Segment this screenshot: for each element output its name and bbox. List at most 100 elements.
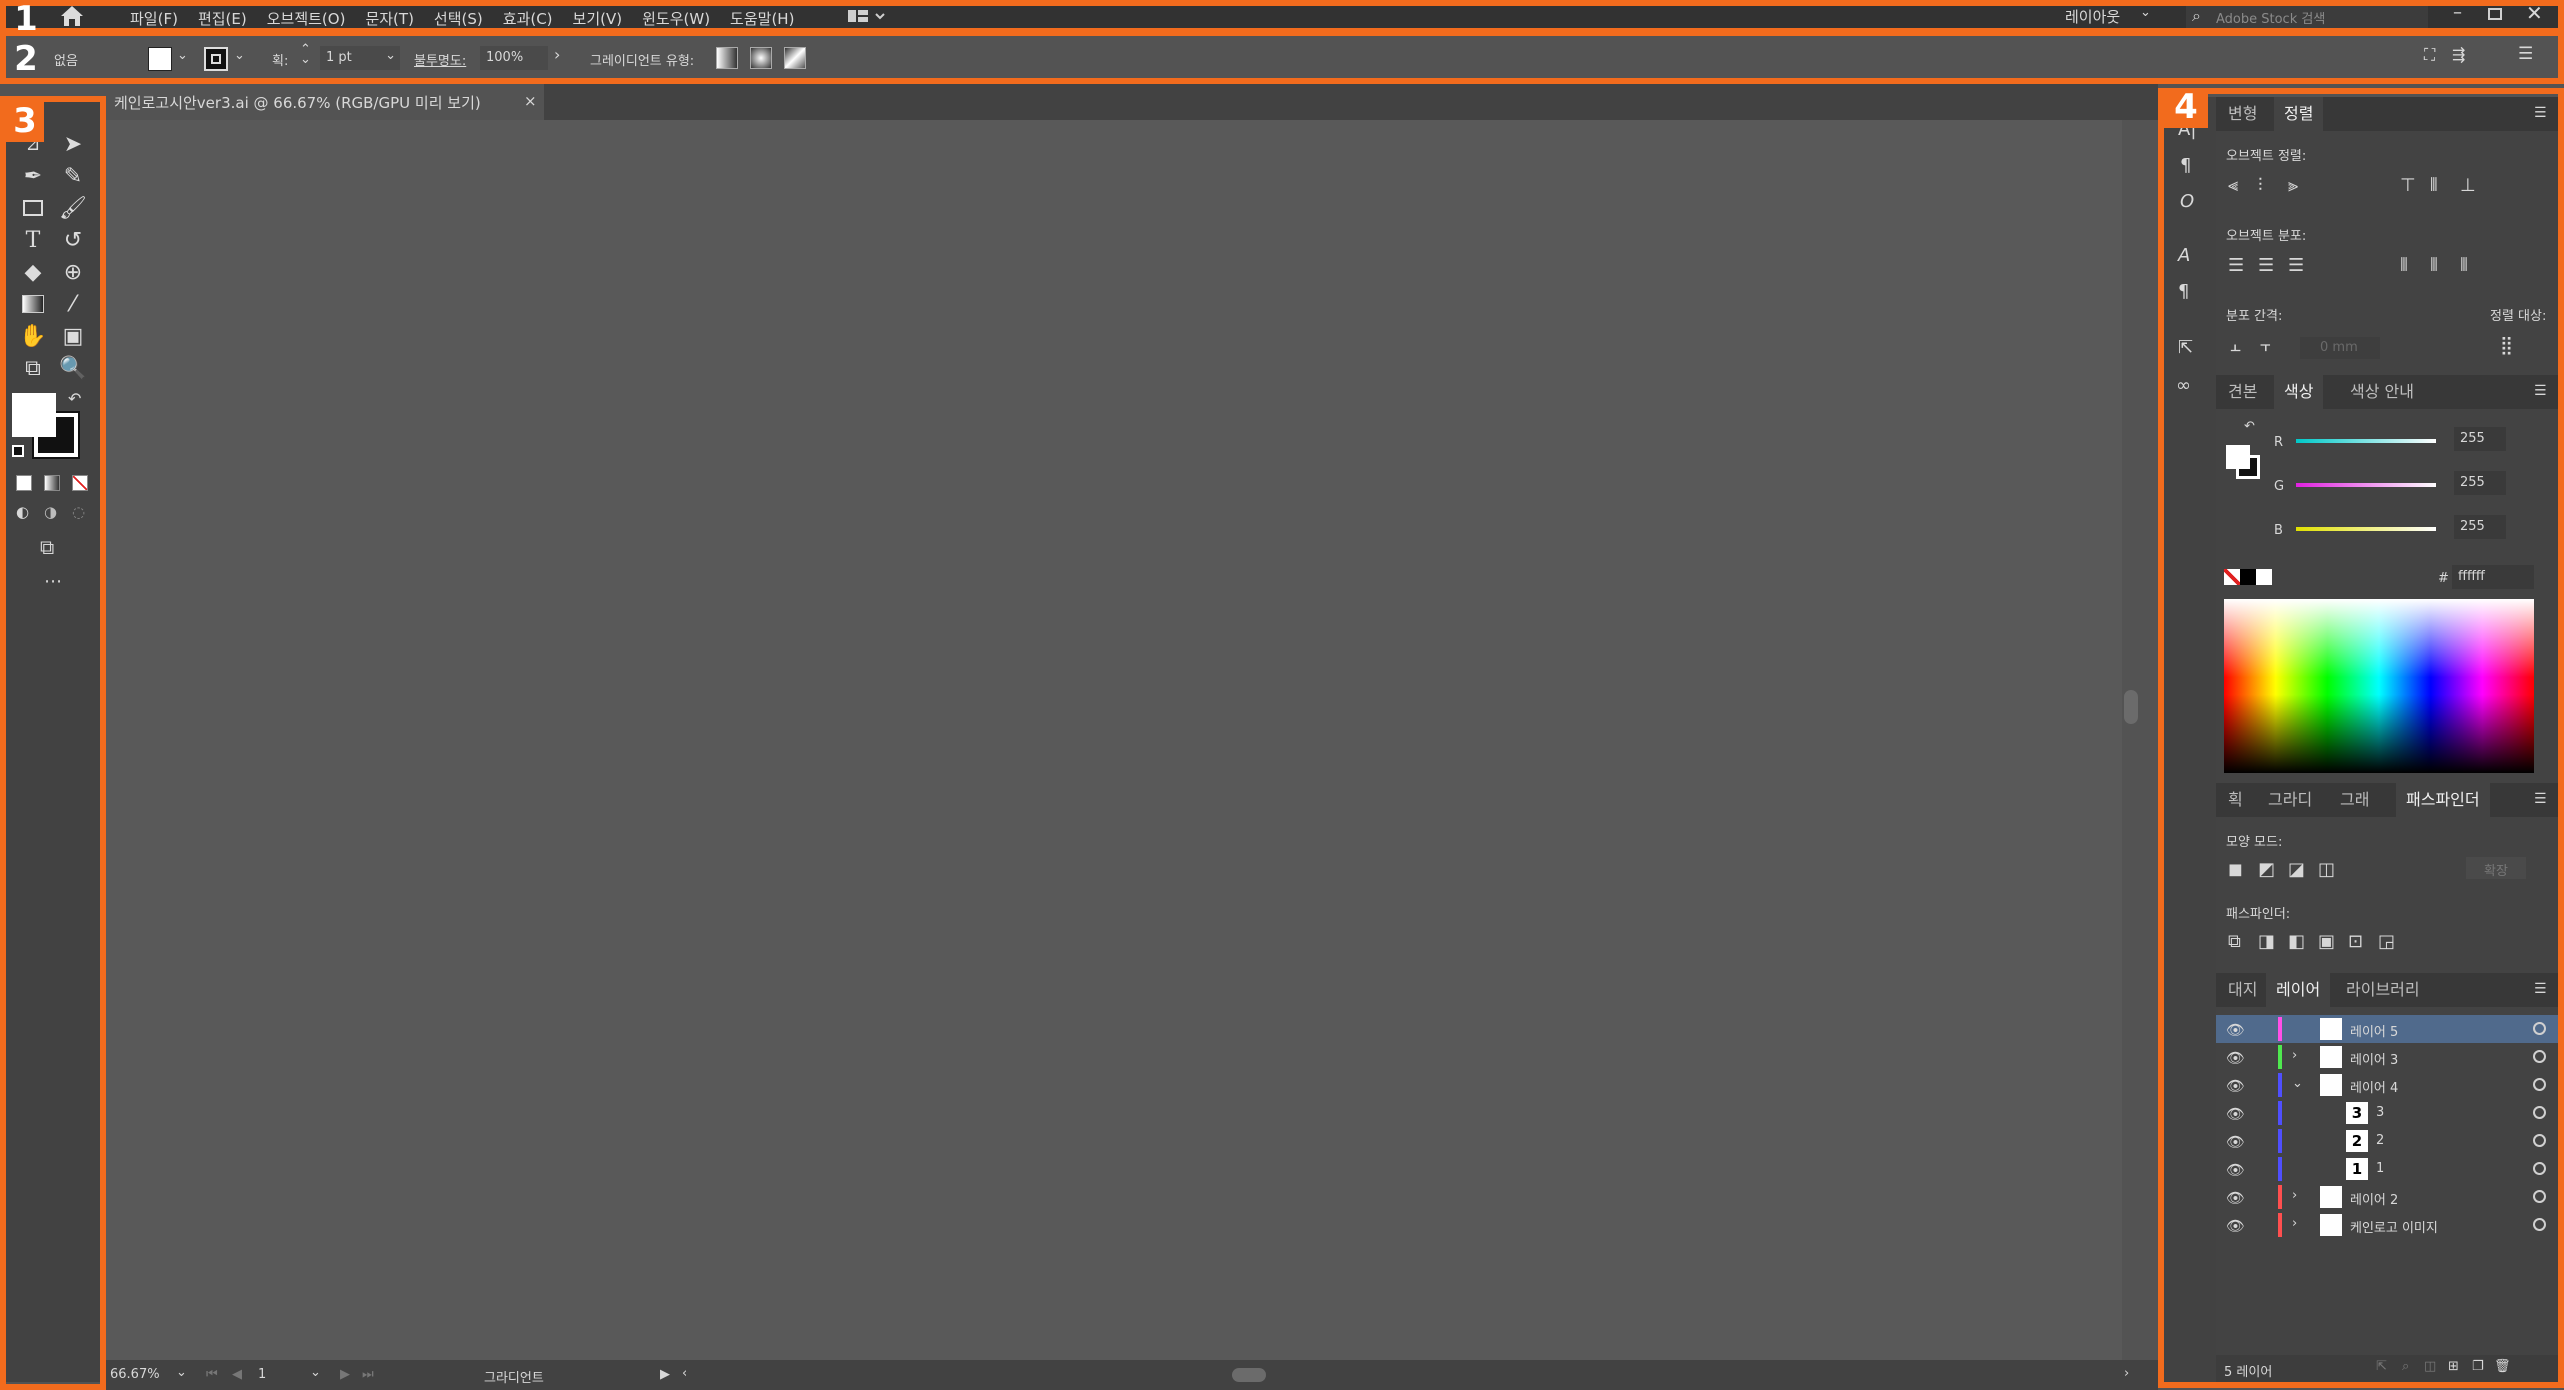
distribute-right-icon[interactable]: ⦀ xyxy=(2460,255,2468,276)
chevron-down-icon[interactable]: ⌄ xyxy=(176,1365,187,1380)
visibility-eye-icon[interactable]: 👁 xyxy=(2226,1105,2245,1123)
target-circle-icon[interactable] xyxy=(2533,1050,2546,1063)
fill-swatch[interactable] xyxy=(148,47,172,71)
collapsed-chevron-icon[interactable]: › xyxy=(2292,1188,2297,1203)
expand-button[interactable]: 확장 xyxy=(2466,857,2526,879)
panel-menu-icon[interactable]: ☰ xyxy=(2518,44,2533,64)
swap-colors-icon[interactable]: ↶ xyxy=(68,389,81,408)
distribute-center-h-icon[interactable]: ⦀ xyxy=(2430,255,2438,276)
target-circle-icon[interactable] xyxy=(2533,1106,2546,1119)
target-circle-icon[interactable] xyxy=(2533,1134,2546,1147)
eraser-tool-icon[interactable]: ◆ xyxy=(18,257,48,287)
distribute-horizontal-space-icon[interactable]: ⫟ xyxy=(2260,335,2271,356)
selection-tool-icon[interactable]: ➤ xyxy=(58,129,88,159)
color-mode-icon[interactable] xyxy=(16,475,32,491)
align-options-icon[interactable]: ⇶ xyxy=(2452,45,2465,64)
export-icon[interactable]: ⇱ xyxy=(2178,337,2193,358)
scroll-thumb[interactable] xyxy=(2124,690,2138,724)
opacity-label[interactable]: 불투명도: xyxy=(414,50,466,69)
distribute-vertical-space-icon[interactable]: ⫠ xyxy=(2230,335,2241,356)
screen-mode-icon[interactable]: ⧉ xyxy=(40,535,54,559)
align-left-icon[interactable]: ⫷ xyxy=(2228,175,2238,196)
collapsed-chevron-icon[interactable]: › xyxy=(2292,1048,2297,1063)
tab-libraries[interactable]: 라이브러리 xyxy=(2346,973,2420,1007)
target-circle-icon[interactable] xyxy=(2533,1022,2546,1035)
layer-row[interactable]: 👁 2 2 xyxy=(2216,1127,2558,1155)
home-icon[interactable] xyxy=(58,4,86,28)
menu-effect[interactable]: 효과(C) xyxy=(493,0,563,33)
pen-tool-icon[interactable]: ✒ xyxy=(18,161,48,191)
green-slider[interactable] xyxy=(2296,483,2436,487)
arrange-icon[interactable]: ⛶ xyxy=(2424,45,2435,65)
layer-row[interactable]: 👁 ⌄ 레이어 4 xyxy=(2216,1071,2558,1099)
crop-icon[interactable]: ▣ xyxy=(2318,931,2335,952)
minus-back-icon[interactable]: ◲ xyxy=(2378,931,2395,952)
fill-dropdown-icon[interactable]: ⌄ xyxy=(177,48,188,63)
hex-field[interactable]: ffffff xyxy=(2452,565,2534,589)
none-color-swatch[interactable] xyxy=(2224,569,2240,585)
tab-swatches[interactable]: 견본 xyxy=(2228,375,2257,409)
swap-fill-stroke-icon[interactable]: ↶ xyxy=(2244,419,2255,434)
layer-row[interactable]: 👁 › 케인로고 이미지 xyxy=(2216,1211,2558,1239)
tab-align[interactable]: 정렬 xyxy=(2274,97,2324,131)
arrange-documents-icon[interactable] xyxy=(846,7,886,27)
workspace-switcher[interactable]: 레이아웃 xyxy=(2065,6,2120,27)
scroll-left-icon[interactable]: ‹ xyxy=(682,1366,687,1381)
menu-help[interactable]: 도움말(H) xyxy=(720,0,804,33)
canvas[interactable] xyxy=(104,120,2140,1360)
menu-object[interactable]: 오브젝트(O) xyxy=(257,0,356,33)
collapsed-chevron-icon[interactable]: › xyxy=(2292,1216,2297,1231)
previous-artboard-icon[interactable]: ◀ xyxy=(232,1367,242,1382)
panel-menu-icon[interactable]: ☰ xyxy=(2534,105,2547,121)
green-value-field[interactable]: 255 xyxy=(2454,471,2506,495)
fill-color-swatch[interactable] xyxy=(12,393,56,437)
draw-behind-icon[interactable]: ◑ xyxy=(44,503,57,521)
last-artboard-icon[interactable]: ⏭ xyxy=(362,1367,374,1382)
type-tool-icon[interactable]: T xyxy=(18,225,48,255)
stroke-stepper[interactable]: ⌃ ⌄ xyxy=(300,43,311,66)
make-clipping-mask-icon[interactable]: ◫ xyxy=(2424,1359,2436,1374)
chevron-down-icon[interactable]: ⌄ xyxy=(310,1365,321,1380)
red-value-field[interactable]: 255 xyxy=(2454,427,2506,451)
next-artboard-icon[interactable]: ▶ xyxy=(340,1367,350,1382)
minimize-icon[interactable]: – xyxy=(2453,2,2462,23)
zoom-tool-icon[interactable]: 🔍 xyxy=(58,353,88,383)
trim-icon[interactable]: ◨ xyxy=(2258,931,2275,952)
draw-inside-icon[interactable]: ◌ xyxy=(72,503,85,521)
none-mode-icon[interactable] xyxy=(72,475,88,491)
delete-layer-icon[interactable]: 🗑 xyxy=(2494,1359,2511,1374)
opentype-panel-icon[interactable]: O xyxy=(2180,191,2194,212)
align-top-icon[interactable]: ⊤ xyxy=(2400,175,2416,196)
layer-name[interactable]: 1 xyxy=(2376,1161,2384,1176)
puppet-warp-tool-icon[interactable]: ✋ xyxy=(18,321,48,351)
expanded-chevron-icon[interactable]: ⌄ xyxy=(2292,1076,2303,1091)
draw-normal-icon[interactable]: ◐ xyxy=(16,503,29,521)
layer-row[interactable]: 👁 3 3 xyxy=(2216,1099,2558,1127)
collect-export-icon[interactable]: ⇱ xyxy=(2376,1359,2387,1374)
exclude-icon[interactable]: ◫ xyxy=(2318,859,2335,880)
menu-view[interactable]: 보기(V) xyxy=(563,0,633,33)
default-colors-icon[interactable] xyxy=(12,445,24,457)
black-swatch[interactable] xyxy=(2240,569,2256,585)
layer-name[interactable]: 레이어 5 xyxy=(2350,1021,2398,1040)
blue-value-field[interactable]: 255 xyxy=(2454,515,2506,539)
linear-gradient-icon[interactable] xyxy=(716,47,738,69)
shape-builder-tool-icon[interactable]: ⊕ xyxy=(58,257,88,287)
layer-row[interactable]: 👁 › 레이어 3 xyxy=(2216,1043,2558,1071)
character-styles-icon[interactable]: 𝘈 xyxy=(2178,245,2190,266)
document-tab[interactable]: 케인로고시안ver3.ai @ 66.67% (RGB/GPU 미리 보기) × xyxy=(104,84,544,120)
opacity-field[interactable]: 100% xyxy=(480,46,548,70)
white-swatch[interactable] xyxy=(2256,569,2272,585)
chevron-down-icon[interactable]: ⌄ xyxy=(385,48,396,63)
status-menu-icon[interactable]: ▶ xyxy=(660,1367,670,1382)
close-tab-icon[interactable]: × xyxy=(524,92,537,110)
panel-menu-icon[interactable]: ☰ xyxy=(2534,791,2547,807)
tab-gradient[interactable]: 그라디언트 xyxy=(2268,783,2326,817)
paragraph-panel-icon[interactable]: ¶ xyxy=(2180,155,2191,176)
visibility-eye-icon[interactable]: 👁 xyxy=(2226,1217,2245,1235)
zoom-level[interactable]: 66.67% xyxy=(110,1367,160,1382)
stock-search-input[interactable]: ⌕ Adobe Stock 검색 xyxy=(2186,4,2428,29)
artboard-tool-icon[interactable]: ⧉ xyxy=(18,353,48,383)
visibility-eye-icon[interactable]: 👁 xyxy=(2226,1021,2245,1039)
gradient-mode-icon[interactable] xyxy=(44,475,60,491)
